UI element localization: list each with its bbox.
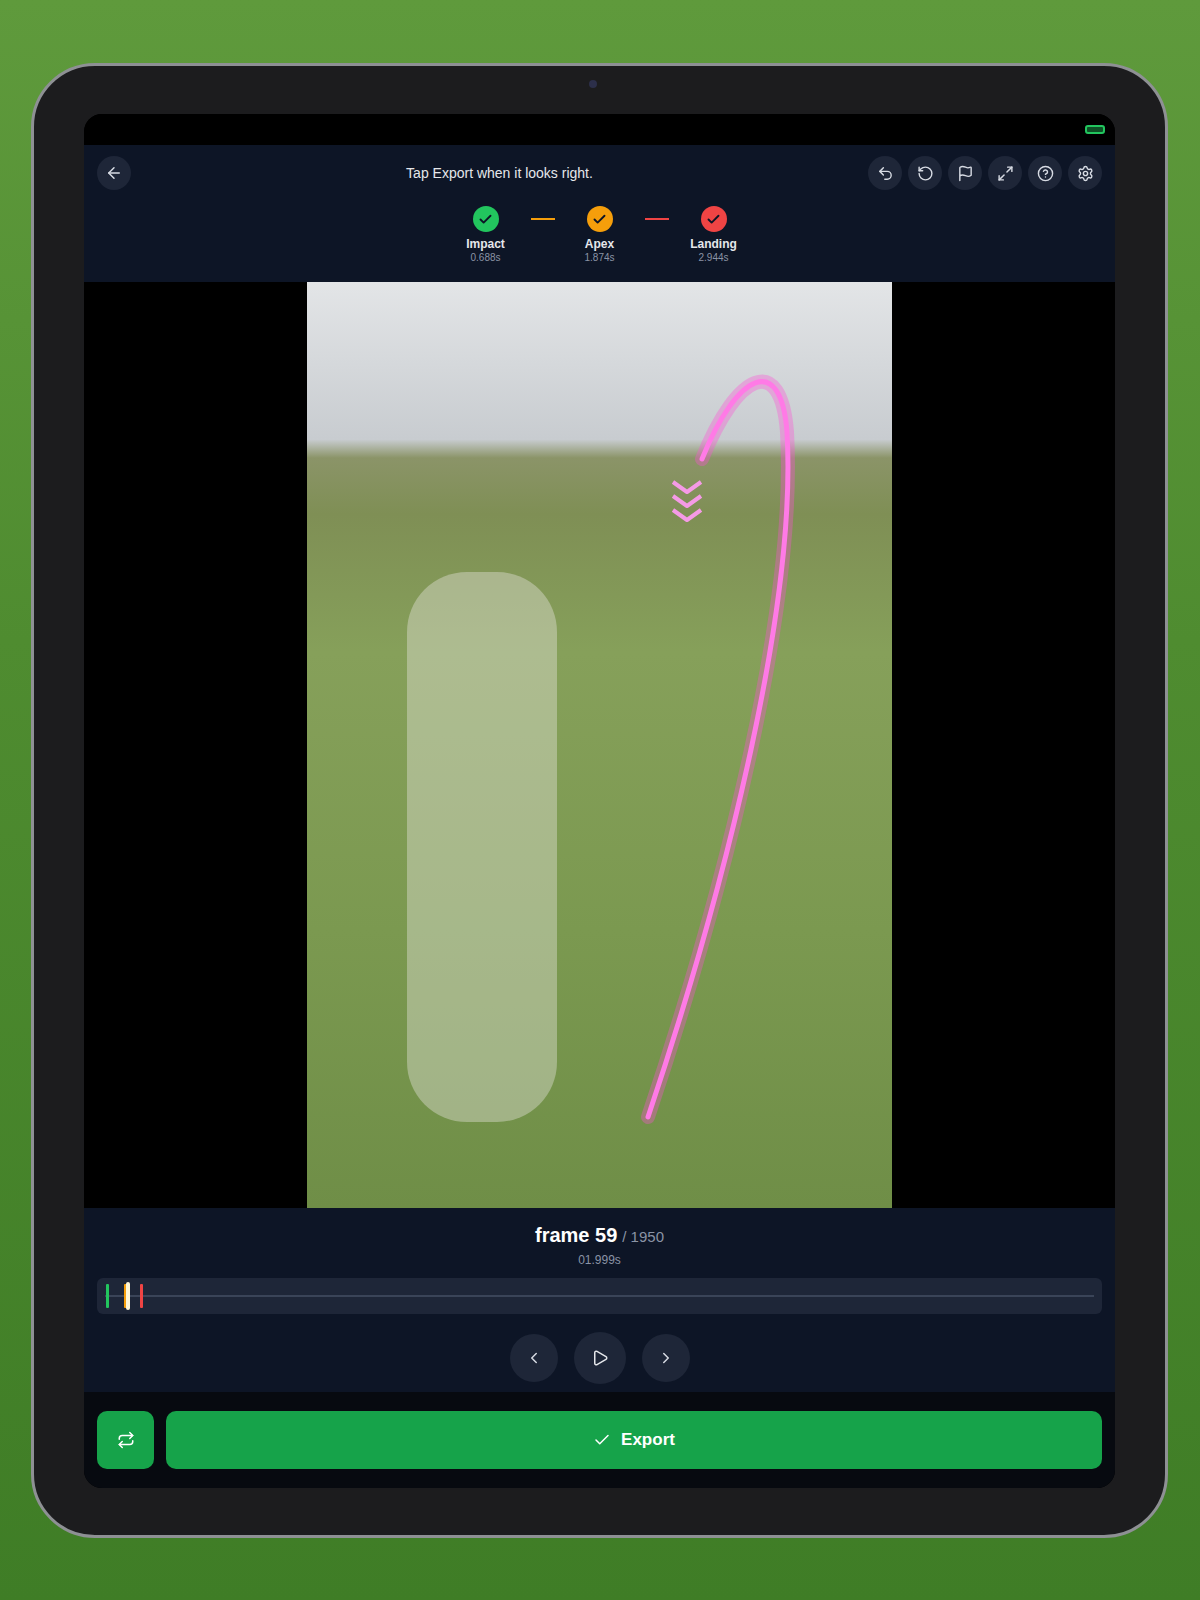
check-icon: [706, 212, 721, 227]
chevron-down-icon: [673, 482, 701, 520]
frame-number: frame 59: [535, 1220, 617, 1250]
battery-icon: [1085, 125, 1105, 134]
header: Tap Export when it looks right. Impact0.6…: [84, 145, 1115, 282]
step-time: 1.874s: [584, 251, 614, 264]
timeline-marker[interactable]: [106, 1284, 109, 1308]
reset-icon: [917, 165, 934, 182]
video-frame: [307, 282, 892, 1208]
steps: Impact0.688s Apex1.874s Landing2.944s: [84, 201, 1115, 264]
screen: Tap Export when it looks right. Impact0.6…: [84, 114, 1115, 1488]
chevron-left-icon: [525, 1349, 543, 1367]
step-label: Landing: [690, 237, 737, 251]
step-time: 0.688s: [470, 251, 500, 264]
help-icon: [1037, 165, 1054, 182]
check-icon: [592, 212, 607, 227]
chevron-right-icon: [657, 1349, 675, 1367]
expand-icon: [997, 165, 1014, 182]
step-time: 2.944s: [698, 251, 728, 264]
video-area: [84, 282, 1115, 1208]
step-status: [473, 206, 499, 232]
previous-frame-button[interactable]: [510, 1334, 558, 1382]
play-icon: [591, 1349, 609, 1367]
help-button[interactable]: [1028, 156, 1062, 190]
export-label: Export: [621, 1427, 675, 1453]
playhead[interactable]: [126, 1282, 130, 1310]
camera-icon: [589, 80, 597, 88]
frame-counter: frame 59/ 1950: [535, 1220, 664, 1250]
step[interactable]: Landing2.944s: [679, 206, 749, 264]
step-status: [701, 206, 727, 232]
player: frame 59/ 195001.999s: [84, 1208, 1115, 1392]
step-label: Impact: [466, 237, 505, 251]
flag-button[interactable]: [948, 156, 982, 190]
header-title: Tap Export when it looks right.: [131, 163, 868, 184]
export-button[interactable]: Export: [166, 1411, 1102, 1469]
check-icon: [478, 212, 493, 227]
play-button[interactable]: [574, 1332, 626, 1384]
flag-icon: [957, 165, 974, 182]
frame-time: 01.999s: [578, 1251, 621, 1269]
bottom-bar: Export: [84, 1392, 1115, 1488]
status-bar: [84, 114, 1115, 145]
tablet: Tap Export when it looks right. Impact0.6…: [31, 63, 1168, 1538]
golfer: [407, 572, 557, 1122]
shot-tracer: [307, 282, 892, 1208]
undo-icon: [877, 165, 894, 182]
back-button[interactable]: [97, 156, 131, 190]
step[interactable]: Impact0.688s: [451, 206, 521, 264]
frame-total: / 1950: [622, 1226, 664, 1249]
timeline-marker[interactable]: [140, 1284, 143, 1308]
page: Tap Export when it looks right. Impact0.6…: [0, 0, 1200, 1600]
step-status: [587, 206, 613, 232]
step-connector: [645, 218, 669, 220]
undo-button[interactable]: [868, 156, 902, 190]
settings-button[interactable]: [1068, 156, 1102, 190]
step-connector: [531, 218, 555, 220]
swap-button[interactable]: [97, 1411, 154, 1469]
check-icon: [593, 1431, 611, 1449]
arrow-left-icon: [105, 164, 123, 182]
step[interactable]: Apex1.874s: [565, 206, 635, 264]
step-label: Apex: [585, 237, 614, 251]
repeat-icon: [117, 1431, 135, 1449]
next-frame-button[interactable]: [642, 1334, 690, 1382]
fullscreen-button[interactable]: [988, 156, 1022, 190]
timeline[interactable]: [97, 1278, 1102, 1314]
gear-icon: [1077, 165, 1094, 182]
reset-button[interactable]: [908, 156, 942, 190]
